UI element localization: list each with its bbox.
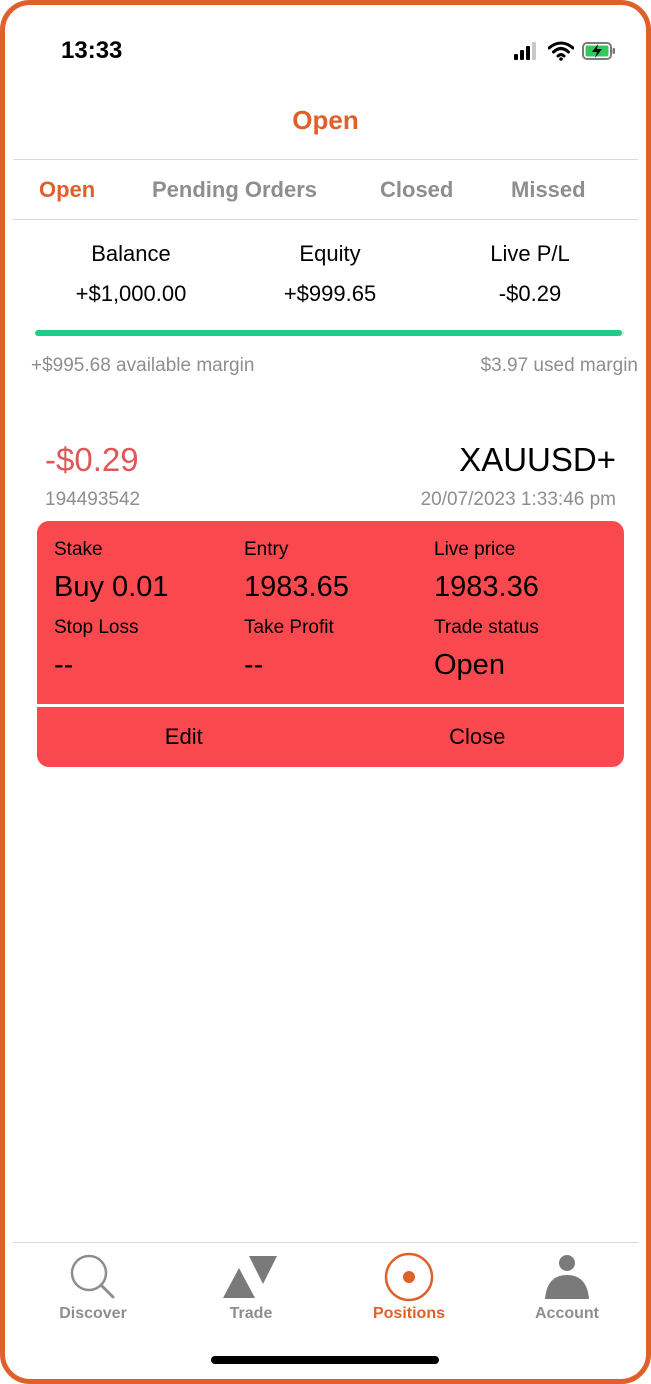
phone-frame: 13:33 Open Open Pending Orders Closed Mi…: [0, 0, 651, 1384]
live-pl-label: Live P/L: [490, 241, 570, 266]
nav-trade-label: Trade: [229, 1305, 273, 1322]
available-margin: +$995.68 available margin: [31, 355, 255, 376]
home-indicator: [211, 1356, 439, 1364]
live-price-cell: Live price 1983.36: [434, 539, 539, 604]
position-card: Stake Buy 0.01 Entry 1983.65 Live price …: [37, 521, 624, 767]
stop-loss-label: Stop Loss: [54, 617, 139, 638]
trade-status-label: Trade status: [434, 617, 539, 638]
take-profit-label: Take Profit: [244, 617, 334, 638]
live-pl-value: -$0.29: [498, 281, 562, 306]
bottom-nav: Discover Trade Positions Account: [13, 1243, 638, 1343]
tab-bar: Open Pending Orders Closed Missed: [13, 161, 638, 219]
balance-value: +$1,000.00: [75, 281, 187, 306]
battery-charging-icon: [582, 41, 616, 66]
stop-loss-cell: Stop Loss --: [54, 617, 139, 682]
triangles-icon: [181, 1251, 321, 1303]
status-time: 13:33: [61, 37, 123, 64]
stop-loss-value: --: [54, 649, 74, 681]
entry-value: 1983.65: [244, 571, 349, 603]
status-icons: [514, 41, 616, 66]
equity-label: Equity: [299, 241, 361, 266]
position-symbol: XAUUSD+: [459, 441, 616, 478]
nav-positions-label: Positions: [372, 1305, 445, 1322]
nav-account[interactable]: Account: [497, 1251, 637, 1323]
take-profit-cell: Take Profit --: [244, 617, 334, 682]
live-price-value: 1983.36: [434, 571, 539, 603]
stake-label: Stake: [54, 539, 103, 560]
live-pl-summary: Live P/L -$0.29: [420, 241, 640, 307]
app-screen: 13:33 Open Open Pending Orders Closed Mi…: [13, 9, 638, 1375]
stake-cell: Stake Buy 0.01: [54, 539, 168, 604]
nav-positions[interactable]: Positions: [339, 1251, 479, 1323]
margin-usage-bar: [35, 330, 624, 336]
live-price-label: Live price: [434, 539, 516, 560]
take-profit-value: --: [244, 649, 264, 681]
header-divider: [13, 159, 638, 160]
tab-closed[interactable]: Closed: [380, 177, 453, 203]
margin-usage-fill: [35, 330, 622, 336]
entry-cell: Entry 1983.65: [244, 539, 349, 604]
nav-trade[interactable]: Trade: [181, 1251, 321, 1323]
wifi-icon: [547, 41, 575, 66]
balance-summary: Balance +$1,000.00: [21, 241, 241, 307]
magnifier-icon: [23, 1251, 163, 1303]
tabs-divider: [13, 219, 638, 220]
tab-missed[interactable]: Missed: [511, 177, 586, 203]
tab-pending-orders[interactable]: Pending Orders: [152, 177, 317, 203]
nav-account-label: Account: [535, 1305, 599, 1322]
page-title: Open: [292, 105, 359, 135]
target-circle-icon: [339, 1251, 479, 1303]
used-margin: $3.97 used margin: [480, 355, 638, 376]
nav-discover-label: Discover: [59, 1305, 127, 1322]
edit-button[interactable]: Edit: [37, 707, 331, 767]
stake-value: Buy 0.01: [54, 571, 169, 603]
close-position-button[interactable]: Close: [331, 707, 625, 767]
position-timestamp: 20/07/2023 1:33:46 pm: [420, 489, 616, 510]
person-icon: [497, 1251, 637, 1303]
trade-status-cell: Trade status Open: [434, 617, 539, 682]
equity-summary: Equity +$999.65: [220, 241, 440, 307]
nav-discover[interactable]: Discover: [23, 1251, 163, 1323]
cellular-signal-icon: [514, 42, 540, 65]
equity-value: +$999.65: [283, 281, 377, 306]
position-pl: -$0.29: [45, 441, 139, 478]
entry-label: Entry: [244, 539, 289, 560]
position-id: 194493542: [45, 489, 141, 510]
trade-status-value: Open: [434, 649, 505, 681]
tab-open[interactable]: Open: [39, 177, 95, 203]
balance-label: Balance: [91, 241, 171, 266]
